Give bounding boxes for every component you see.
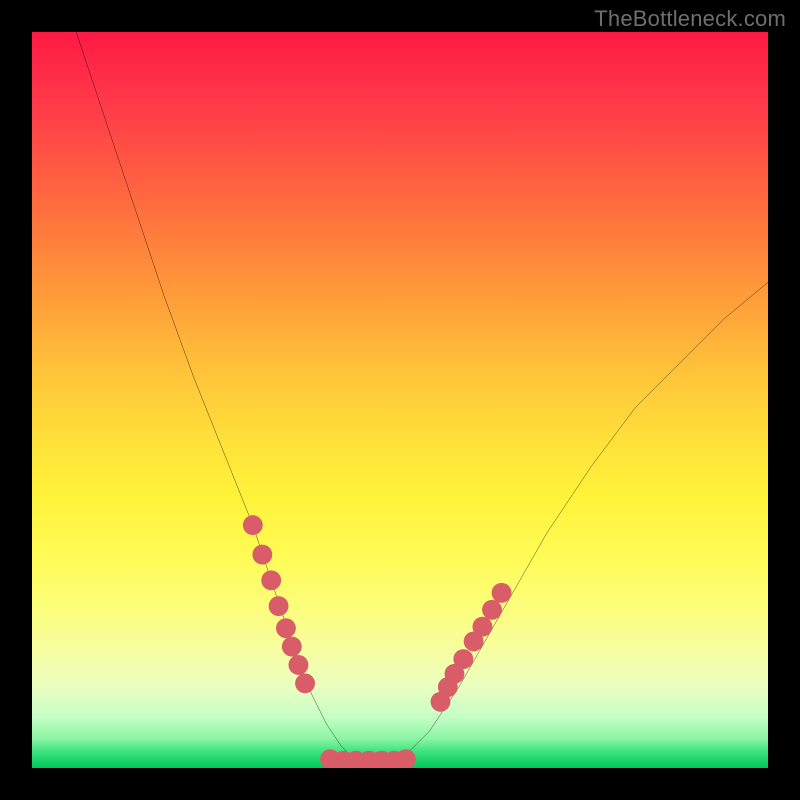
watermark-text: TheBottleneck.com bbox=[594, 6, 786, 32]
marker-dot bbox=[472, 617, 492, 637]
marker-dot bbox=[492, 583, 512, 603]
marker-dot bbox=[282, 637, 302, 657]
marker-dot bbox=[482, 600, 502, 620]
outer-frame: TheBottleneck.com bbox=[0, 0, 800, 800]
marker-dot bbox=[261, 570, 281, 590]
marker-dot bbox=[453, 649, 473, 669]
marker-dot bbox=[269, 596, 289, 616]
marker-dot bbox=[295, 673, 315, 693]
marker-dot bbox=[276, 618, 296, 638]
curve-markers bbox=[243, 515, 512, 768]
plot-area bbox=[32, 32, 768, 768]
marker-dot bbox=[252, 545, 272, 565]
bottleneck-curve bbox=[76, 32, 768, 761]
marker-dot bbox=[243, 515, 263, 535]
chart-svg bbox=[32, 32, 768, 768]
marker-dot bbox=[288, 655, 308, 675]
